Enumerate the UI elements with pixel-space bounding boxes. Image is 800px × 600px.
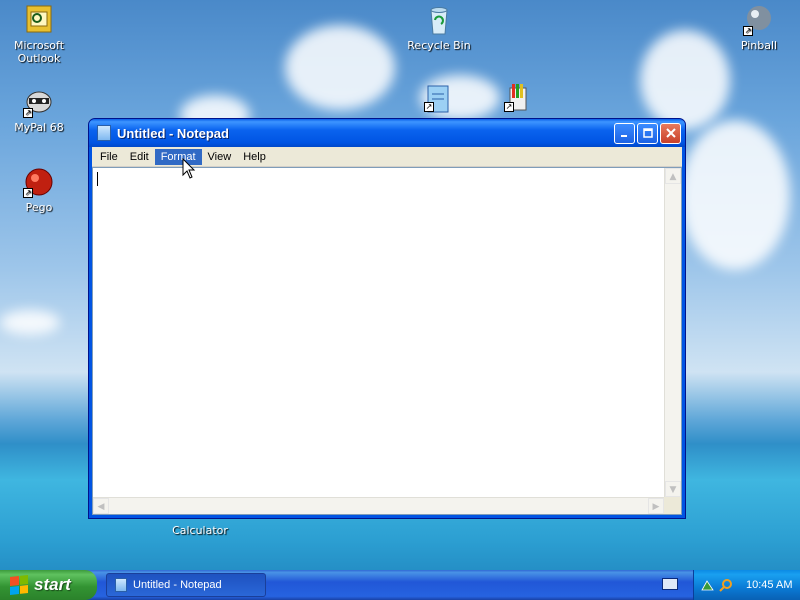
desktop-icon-calculator[interactable]: Calculator — [162, 524, 238, 537]
notepad-window: Untitled - Notepad File Edit Format View… — [88, 118, 686, 519]
outlook-icon — [23, 4, 55, 36]
windows-logo-icon — [10, 575, 28, 595]
network-icon[interactable] — [700, 578, 715, 593]
maximize-button[interactable] — [637, 122, 658, 144]
shortcut-arrow-icon: ↗ — [23, 108, 33, 118]
desktop-icon-pego[interactable]: ↗ Pego — [1, 166, 77, 214]
minimize-button[interactable] — [614, 122, 635, 144]
taskbar: start Untitled - Notepad 10:45 AM — [0, 570, 800, 600]
taskbar-button-label: Untitled - Notepad — [133, 579, 222, 591]
scroll-down-button[interactable]: ▼ — [665, 481, 681, 497]
shortcut-arrow-icon: ↗ — [23, 188, 33, 198]
system-tray: 10:45 AM — [693, 570, 800, 600]
scroll-right-button[interactable]: ▶ — [648, 498, 664, 514]
menu-bar: File Edit Format View Help — [92, 147, 682, 167]
close-button[interactable] — [660, 122, 681, 144]
menu-view[interactable]: View — [202, 149, 238, 165]
desktop-icon-recycle-bin[interactable]: Recycle Bin — [401, 4, 477, 52]
keyboard-icon[interactable] — [662, 578, 678, 590]
cloud — [680, 120, 790, 270]
pinball-icon: ↗ — [743, 4, 775, 36]
menu-edit[interactable]: Edit — [124, 149, 155, 165]
raccoon-icon: ↗ — [23, 86, 55, 118]
pego-icon: ↗ — [23, 166, 55, 198]
desktop-icon-label: Microsoft Outlook — [13, 39, 65, 65]
notepad-icon — [97, 125, 111, 141]
clock[interactable]: 10:45 AM — [746, 579, 792, 591]
title-bar[interactable]: Untitled - Notepad — [89, 119, 685, 147]
desktop-icon-label: Pinball — [740, 39, 778, 52]
start-label: start — [34, 575, 71, 594]
shortcut-arrow-icon: ↗ — [424, 102, 434, 112]
resize-grip[interactable] — [664, 497, 681, 514]
horizontal-scrollbar[interactable]: ◀ ▶ — [93, 497, 664, 514]
cloud — [285, 25, 395, 110]
text-editor[interactable]: ▲ ▼ ◀ ▶ — [92, 167, 682, 515]
scroll-left-button[interactable]: ◀ — [93, 498, 109, 514]
notepad-icon — [115, 578, 127, 592]
cloud — [640, 30, 730, 130]
desktop-icon-pinball[interactable]: ↗ Pinball — [721, 4, 797, 52]
desktop-icon-label: Pego — [25, 201, 53, 214]
desktop-icon-label: MyPal 68 — [14, 121, 64, 134]
menu-help[interactable]: Help — [237, 149, 272, 165]
window-title: Untitled - Notepad — [117, 125, 229, 141]
vertical-scrollbar[interactable]: ▲ ▼ — [664, 168, 681, 497]
scroll-up-button[interactable]: ▲ — [665, 168, 681, 184]
search-icon[interactable] — [718, 578, 733, 593]
mouse-pointer-icon — [182, 157, 196, 183]
cloud — [0, 310, 60, 335]
recycle-bin-icon — [423, 4, 455, 36]
text-caret — [97, 172, 98, 186]
menu-file[interactable]: File — [94, 149, 124, 165]
desktop-icon-mypal[interactable]: ↗ MyPal 68 — [1, 86, 77, 134]
shortcut-arrow-icon: ↗ — [504, 102, 514, 112]
taskbar-button-notepad[interactable]: Untitled - Notepad — [106, 573, 266, 597]
paint-shortcut-icon[interactable]: ↗ — [504, 82, 532, 114]
desktop-icon-label: Recycle Bin — [407, 39, 471, 52]
notepad-shortcut-icon[interactable]: ↗ — [424, 84, 452, 114]
shortcut-arrow-icon: ↗ — [743, 26, 753, 36]
start-button[interactable]: start — [0, 570, 97, 600]
desktop-icon-outlook[interactable]: Microsoft Outlook — [1, 4, 77, 65]
